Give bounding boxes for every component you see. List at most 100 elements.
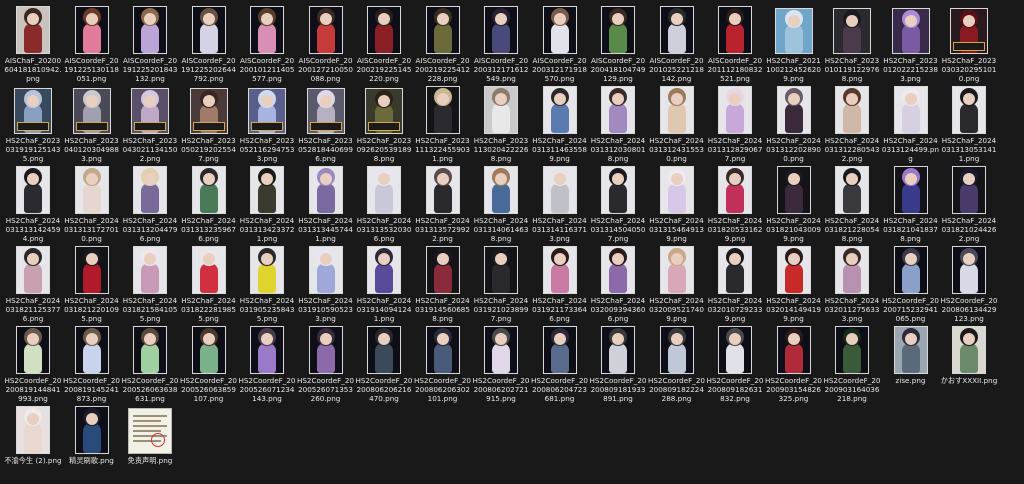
file-item[interactable]: 不渝今生 (2).png — [4, 404, 62, 484]
file-item[interactable]: HS2ChaF_20240319140941241.png — [355, 244, 413, 324]
file-item[interactable]: HS2CoordeF_20200806206302101.png — [414, 324, 472, 404]
file-item[interactable]: HS2ChaF_20230502192025547.png — [180, 84, 238, 164]
file-item[interactable]: HS2ChaF_20240313131727010.png — [63, 164, 121, 244]
file-item[interactable]: HS2ChaF_20230303202951010.png — [940, 4, 998, 84]
file-item[interactable]: HS2ChaF_20230120222152383.png — [882, 4, 940, 84]
image-thumbnail — [133, 166, 167, 214]
file-item[interactable]: HS2CoordeF_20200806134429123.png — [940, 244, 998, 324]
file-item[interactable]: HS2ChaF_20240313134457441.png — [297, 164, 355, 244]
file-item[interactable]: HS2ChaF_20240313154649139.png — [648, 164, 706, 244]
file-item[interactable]: AISCoordeF_20191225201843132.png — [121, 4, 179, 84]
file-item[interactable]: HS2ChaF_20211002124526209.png — [765, 4, 823, 84]
file-item[interactable]: HS2ChaF_20240313122028900.png — [765, 84, 823, 164]
file-item[interactable]: HS2ChaF_20240319145606858.png — [414, 244, 472, 324]
file-item[interactable]: HS2ChaF_20240318211253776.png — [4, 244, 62, 324]
file-item[interactable]: HS2CoordeF_20200526063859107.png — [180, 324, 238, 404]
file-item[interactable]: HS2ChaF_20240319052358435.png — [238, 244, 296, 324]
file-item[interactable]: HS2ChaF_20240318210430099.png — [765, 164, 823, 244]
file-item[interactable]: HS2CoordeF_20200809181933891.png — [589, 324, 647, 404]
file-name-label: HS2CoordeF_20200809181933891.png — [589, 376, 647, 403]
file-item[interactable]: HS2ChaF_20240313131424594.png — [4, 164, 62, 244]
file-item[interactable]: HS2ChaF_20240318205331629.png — [706, 164, 764, 244]
thumbnail-wrapper — [940, 324, 998, 374]
file-item[interactable]: かおすXXXII.png — [940, 324, 998, 404]
file-item[interactable]: HS2CoordeF_20200526071353260.png — [297, 324, 355, 404]
file-item[interactable]: HS2ChaF_20240313145040507.png — [589, 164, 647, 244]
file-item[interactable]: HS2ChaF_20240313128290677.png — [706, 84, 764, 164]
file-item[interactable]: HS2ChaF_20240320141494199.png — [765, 244, 823, 324]
file-item[interactable]: AISCoordeF_20200418104749129.png — [589, 4, 647, 84]
file-item[interactable]: AISCoordeF_20191225130118051.png — [63, 4, 121, 84]
file-item[interactable]: HS2CoordeF_20200526063638631.png — [121, 324, 179, 404]
file-name-label: HS2ChaF_20240319105905233.png — [298, 296, 353, 323]
file-item[interactable]: HS2ChaF_20230926205391898.png — [355, 84, 413, 164]
file-item[interactable]: HS2CoordeF_20200903164036218.png — [823, 324, 881, 404]
file-item[interactable]: HS2ChaF_20231130204222268.png — [472, 84, 530, 164]
file-item[interactable]: HS2ChaF_20230319191251435.png — [4, 84, 62, 164]
file-item[interactable]: HS2ChaF_20240318222819855.png — [180, 244, 238, 324]
file-item[interactable]: HS2CoordeF_20200809182631832.png — [706, 324, 764, 404]
file-item[interactable]: HS2ChaF_20240313140614638.png — [472, 164, 530, 244]
file-item[interactable]: HS2ChaF_20240313120308018.png — [589, 84, 647, 164]
file-item[interactable]: HS2ChaF_20240319105905233.png — [297, 244, 355, 324]
file-item[interactable]: HS2ChaF_20240319210238997.png — [472, 244, 530, 324]
file-item[interactable]: AISChaF_20200604181810942.png — [4, 4, 62, 84]
file-item[interactable]: HS2CoordeF_20200809182224288.png — [648, 324, 706, 404]
file-name-label: HS2ChaF_20240318210244262.png — [941, 216, 997, 243]
file-item[interactable]: AISCoordeF_20200101211405577.png — [238, 4, 296, 84]
file-item[interactable]: HS2ChaF_20240320093943606.png — [589, 244, 647, 324]
file-item[interactable]: HS2ChaF_20240313122805432.png — [823, 84, 881, 164]
file-name-label: HS2ChaF_20240313128290677.png — [707, 136, 763, 163]
file-item[interactable]: HS2ChaF_20240318212201095.png — [63, 244, 121, 324]
file-item[interactable]: HS2ChaF_20240313132044796.png — [121, 164, 179, 244]
image-thumbnail — [367, 246, 401, 294]
file-item[interactable]: HS2ChaF_20240318210418378.png — [882, 164, 940, 244]
file-item[interactable]: HS2ChaF_20230401203049883.png — [63, 84, 121, 164]
file-item[interactable]: HS2ChaF_20240313124315530.png — [648, 84, 706, 164]
file-item[interactable]: HS2ChaF_20240318212280548.png — [823, 164, 881, 244]
file-item[interactable]: AISCoordeF_20200127210050088.png — [297, 4, 355, 84]
file-item[interactable]: HS2ChaF_20240313135320306.png — [355, 164, 413, 244]
file-item[interactable]: HS2ChaF_20240313141163713.png — [531, 164, 589, 244]
file-item[interactable]: HS2CoordeF_20200526071234143.png — [238, 324, 296, 404]
file-item[interactable]: HS2ChaF_20240313132359676.png — [180, 164, 238, 244]
image-thumbnail — [835, 326, 869, 374]
file-item[interactable]: 精灵刷歌.png — [63, 404, 121, 484]
file-item[interactable]: HS2CoordeF_20200819145241873.png — [63, 324, 121, 404]
file-item[interactable]: HS2ChaF_20240320095217409.png — [648, 244, 706, 324]
file-item[interactable]: HS2CoordeF_20200903154826325.png — [765, 324, 823, 404]
file-item[interactable]: HS2CoordeF_20200806202721915.png — [472, 324, 530, 404]
file-item[interactable]: HS2ChaF_20231113224559031.png — [414, 84, 472, 164]
file-item[interactable]: HS2ChaF_20240319211733646.png — [531, 244, 589, 324]
file-item[interactable]: AISCoordeF_20191225202644792.png — [180, 4, 238, 84]
file-item[interactable]: HS2ChaF_20240313130531411.png — [940, 84, 998, 164]
file-name-label: HS2ChaF_20240320141494199.png — [766, 296, 821, 323]
file-item[interactable]: HS2ChaF_20240313124499.png — [882, 84, 940, 164]
file-item[interactable]: AISCoordeF_20200219225145220.png — [355, 4, 413, 84]
file-item[interactable]: HS2CoordeF_20200819144841993.png — [4, 324, 62, 404]
file-item[interactable]: HS2ChaF_20240320107292339.png — [706, 244, 764, 324]
file-item[interactable]: zise.png — [882, 324, 940, 404]
file-item[interactable]: HS2ChaF_20230521162947533.png — [238, 84, 296, 164]
file-item[interactable]: HS2ChaF_20230430211341502.png — [121, 84, 179, 164]
file-item[interactable]: HS2ChaF_20240313135729922.png — [414, 164, 472, 244]
file-item[interactable]: HS2CoordeF_20200806204723681.png — [531, 324, 589, 404]
file-item[interactable]: HS2CoordeF_20200806206216470.png — [355, 324, 413, 404]
image-thumbnail — [72, 88, 111, 134]
file-item[interactable]: HS2CoordeF_20200715232941065.png — [882, 244, 940, 324]
file-item[interactable]: HS2ChaF_20240313114635589.png — [531, 84, 589, 164]
file-item[interactable]: AISCoordeF_20201112180832521.png — [706, 4, 764, 84]
file-item[interactable]: HS2ChaF_20240318215841055.png — [121, 244, 179, 324]
file-item[interactable]: AISCoordeF_20201025221218142.png — [648, 4, 706, 84]
file-item[interactable]: AISCoordeF_20200219225412228.png — [414, 4, 472, 84]
file-item[interactable]: AISCoordeF_20200312171918570.png — [531, 4, 589, 84]
thumbnail-wrapper — [63, 164, 121, 214]
file-item[interactable]: HS2ChaF_20240313134233721.png — [238, 164, 296, 244]
file-item[interactable]: HS2ChaF_20230101191229768.png — [823, 4, 881, 84]
image-thumbnail — [659, 166, 694, 214]
file-item[interactable]: HS2ChaF_20240320112756333.png — [823, 244, 881, 324]
file-item[interactable]: HS2ChaF_20240318210244262.png — [940, 164, 998, 244]
file-item[interactable]: HS2ChaF_20230528184406996.png — [297, 84, 355, 164]
file-item[interactable]: 免责声明.png — [121, 404, 179, 484]
file-item[interactable]: AISCoordeF_20200312171612549.png — [472, 4, 530, 84]
